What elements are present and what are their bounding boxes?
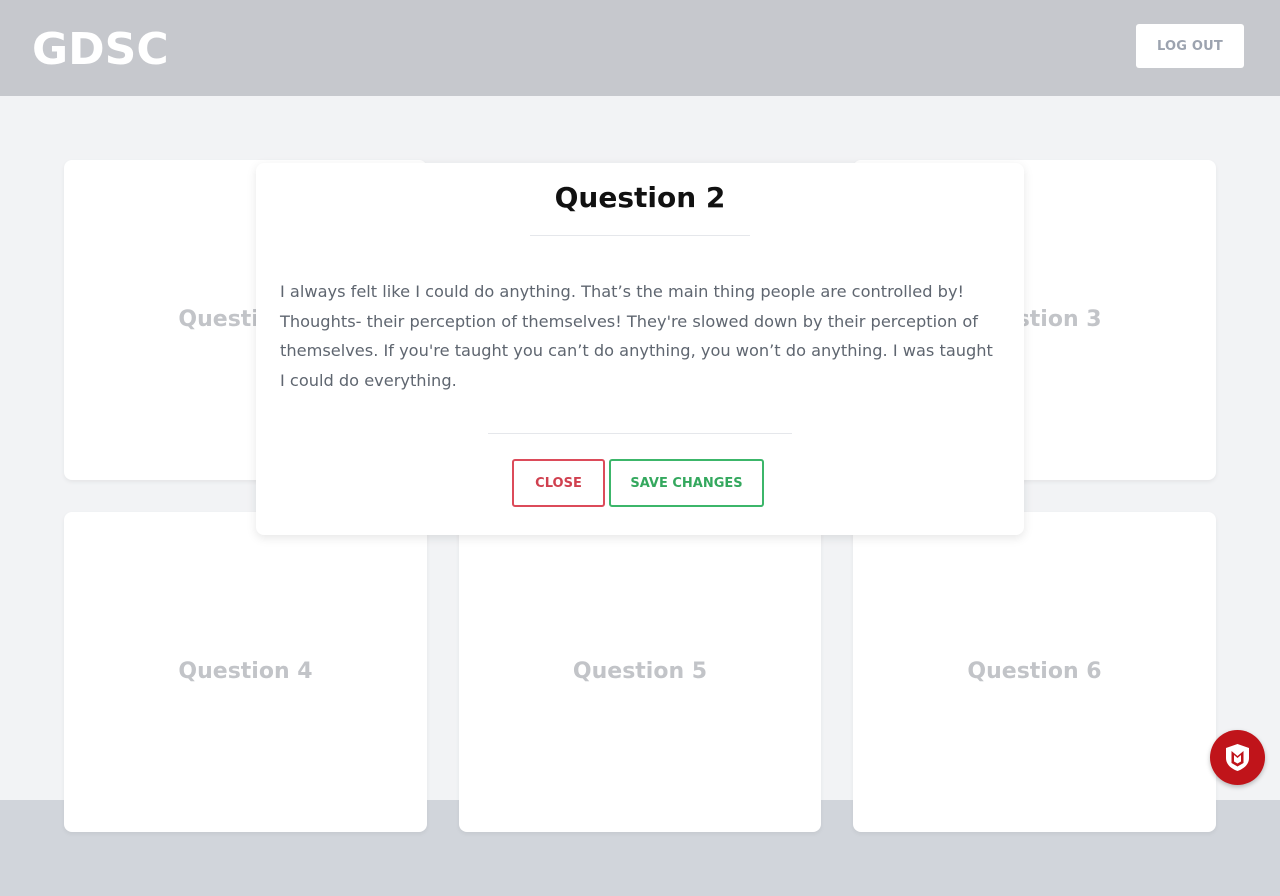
question-modal: Question 2 I always felt like I could do… [256, 163, 1024, 535]
question-card-label: Question 5 [572, 659, 708, 684]
close-button[interactable]: CLOSE [512, 459, 605, 507]
question-card-label: Question 6 [967, 659, 1102, 684]
logout-button[interactable]: LOG OUT [1136, 24, 1244, 68]
security-badge[interactable] [1210, 730, 1265, 785]
modal-body-text: I always felt like I could do anything. … [280, 282, 993, 390]
top-header: GDSC LOG OUT [0, 0, 1280, 96]
question-card-5[interactable]: Question 5 [459, 512, 821, 832]
modal-title-divider [530, 235, 750, 236]
modal-title: Question 2 [554, 181, 726, 214]
question-card-label: Question 4 [178, 659, 313, 684]
app-logo: GDSC [32, 24, 169, 75]
question-card-6[interactable]: Question 6 [853, 512, 1216, 832]
shield-icon [1226, 744, 1249, 771]
save-changes-button[interactable]: SAVE CHANGES [609, 459, 764, 507]
modal-footer-divider [488, 433, 792, 434]
question-card-4[interactable]: Question 4 [64, 512, 427, 832]
